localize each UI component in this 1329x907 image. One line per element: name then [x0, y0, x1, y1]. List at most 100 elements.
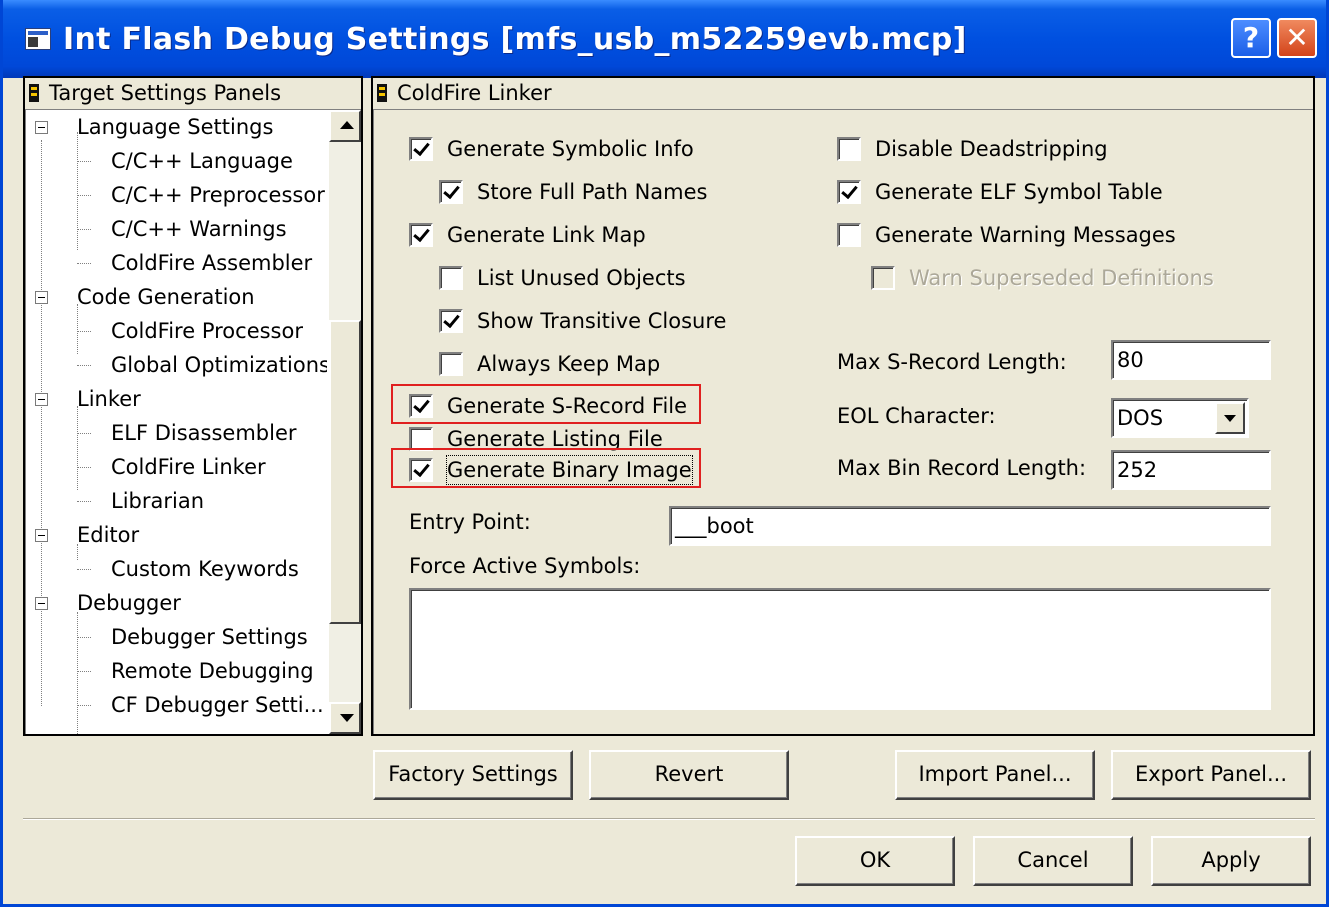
revert-button[interactable]: Revert	[589, 750, 789, 800]
tree-branch	[77, 229, 91, 230]
tree-connector	[77, 612, 78, 734]
tree-connector	[77, 132, 78, 250]
checkbox-label: Generate Warning Messages	[875, 223, 1176, 247]
dialog-window: Int Flash Debug Settings [mfs_usb_m52259…	[0, 0, 1329, 907]
tree-item-label: Linker	[77, 387, 141, 411]
coldfire-linker-panel: ColdFire Linker Generate Symbolic Info S…	[371, 76, 1315, 736]
max-bin-record-length-input[interactable]: 252	[1111, 450, 1271, 490]
eol-character-value: DOS	[1117, 406, 1164, 430]
tree-item-label: Remote Debugging	[111, 659, 314, 683]
force-active-symbols-textarea[interactable]	[409, 588, 1271, 710]
tree-item-label: Librarian	[111, 489, 205, 513]
settings-panel-icon	[29, 84, 39, 102]
checkbox	[871, 266, 895, 290]
collapse-icon[interactable]	[35, 597, 48, 610]
checkbox-label: Disable Deadstripping	[875, 137, 1108, 161]
checkbox-label: Generate Symbolic Info	[447, 137, 694, 161]
checkbox[interactable]	[439, 180, 463, 204]
tree-branch	[77, 637, 91, 638]
tree-branch	[77, 705, 91, 706]
tree-item-label: ColdFire Assembler	[111, 251, 313, 275]
left-panel-title: Target Settings Panels	[49, 81, 282, 105]
checkbox[interactable]	[439, 266, 463, 290]
checkbox-label: Always Keep Map	[477, 352, 661, 376]
button-separator	[23, 818, 1315, 820]
tree-item-label: ColdFire Processor	[111, 319, 303, 343]
factory-settings-button[interactable]: Factory Settings	[373, 750, 573, 800]
tree-branch	[77, 467, 91, 468]
checkbox[interactable]	[837, 180, 861, 204]
force-active-symbols-label: Force Active Symbols:	[409, 554, 641, 578]
checkbox-label: Show Transitive Closure	[477, 309, 727, 333]
tree-item-label: ColdFire Linker	[111, 455, 266, 479]
app-icon	[25, 28, 51, 50]
entry-point-input[interactable]: ___boot	[669, 506, 1271, 546]
checkbox-label: Warn Superseded Definitions	[909, 266, 1214, 290]
arrow-down-icon	[340, 714, 354, 722]
checkbox-label: Generate Link Map	[447, 223, 646, 247]
left-panel-header: Target Settings Panels	[25, 78, 361, 110]
tree-item-label: Custom Keywords	[111, 557, 299, 581]
tree-item-label: Language Settings	[77, 115, 274, 139]
checkbox[interactable]	[439, 309, 463, 333]
checkbox[interactable]	[837, 223, 861, 247]
tree-branch	[77, 365, 91, 366]
tree-item-label: Debugger Settings	[111, 625, 308, 649]
arrow-up-icon	[340, 121, 354, 129]
scroll-down-button[interactable]	[329, 702, 361, 734]
scroll-thumb[interactable]	[329, 320, 361, 624]
tree-branch	[77, 671, 91, 672]
checkbox-label: Store Full Path Names	[477, 180, 708, 204]
tree-scrollbar[interactable]	[329, 110, 361, 734]
checkbox[interactable]	[409, 458, 433, 482]
tree-connector	[77, 406, 78, 490]
tree-item-label: ELF Disassembler	[111, 421, 297, 445]
max-srecord-length-input[interactable]: 80	[1111, 340, 1271, 380]
collapse-icon[interactable]	[35, 291, 48, 304]
tree-branch	[77, 433, 91, 434]
export-panel-button[interactable]: Export Panel...	[1111, 750, 1311, 800]
tree-item-label: CF Debugger Setti...	[111, 693, 324, 717]
tree-connector	[41, 140, 42, 706]
tree-item-label: Global Optimizations	[111, 353, 327, 377]
eol-character-label: EOL Character:	[837, 404, 996, 428]
collapse-icon[interactable]	[35, 529, 48, 542]
tree-item-label: C/C++ Preprocessor	[111, 183, 325, 207]
target-settings-panels: Target Settings Panels Language Settings…	[23, 76, 363, 736]
checkbox-label: Generate Binary Image	[446, 455, 693, 485]
checkbox[interactable]	[837, 137, 861, 161]
close-button[interactable]: ✕	[1277, 18, 1317, 58]
tree-branch	[77, 501, 91, 502]
help-button[interactable]: ?	[1231, 18, 1271, 58]
apply-button[interactable]: Apply	[1151, 836, 1311, 886]
window-title: Int Flash Debug Settings [mfs_usb_m52259…	[63, 22, 967, 57]
tree-item-label: Code Generation	[77, 285, 255, 309]
checkbox[interactable]	[439, 352, 463, 376]
tree-item-label: Editor	[77, 523, 140, 547]
entry-point-label: Entry Point:	[409, 510, 531, 534]
settings-panel-icon	[377, 84, 387, 102]
scroll-up-button[interactable]	[329, 110, 361, 142]
eol-character-select[interactable]: DOS	[1111, 398, 1249, 438]
checkbox[interactable]	[409, 394, 433, 418]
checkbox-label: Generate ELF Symbol Table	[875, 180, 1163, 204]
checkbox-label: List Unused Objects	[477, 266, 686, 290]
ok-button[interactable]: OK	[795, 836, 955, 886]
checkbox[interactable]	[409, 223, 433, 247]
collapse-icon[interactable]	[35, 121, 48, 134]
chevron-down-icon[interactable]	[1215, 402, 1245, 434]
cancel-button[interactable]: Cancel	[973, 836, 1133, 886]
collapse-icon[interactable]	[35, 393, 48, 406]
import-panel-button[interactable]: Import Panel...	[895, 750, 1095, 800]
tree-branch	[77, 331, 91, 332]
settings-tree: Language Settings C/C++ Language C/C++ P…	[25, 110, 327, 734]
right-panel-title: ColdFire Linker	[397, 81, 552, 105]
max-bin-record-length-label: Max Bin Record Length:	[837, 456, 1087, 480]
tree-branch	[77, 263, 91, 264]
checkbox[interactable]	[409, 137, 433, 161]
tree-branch	[77, 569, 91, 570]
right-panel-header: ColdFire Linker	[373, 78, 1313, 110]
title-bar[interactable]: Int Flash Debug Settings [mfs_usb_m52259…	[3, 0, 1326, 78]
tree-item-label: C/C++ Warnings	[111, 217, 287, 241]
tree-item-label: Debugger	[77, 591, 181, 615]
